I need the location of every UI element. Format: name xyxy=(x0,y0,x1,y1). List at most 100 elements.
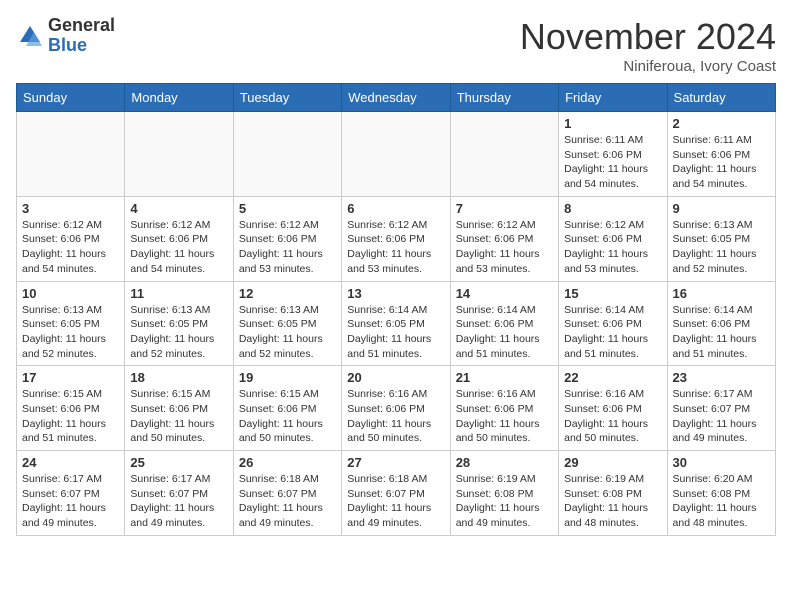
day-info: Sunrise: 6:19 AM Sunset: 6:08 PM Dayligh… xyxy=(456,472,553,531)
calendar-cell: 8 Sunrise: 6:12 AM Sunset: 6:06 PM Daylig… xyxy=(559,196,667,281)
calendar-week-3: 10 Sunrise: 6:13 AM Sunset: 6:05 PM Dayli… xyxy=(17,281,776,366)
day-info: Sunrise: 6:16 AM Sunset: 6:06 PM Dayligh… xyxy=(564,387,661,446)
calendar-cell: 9Sunrise: 6:13 AM Sunset: 6:05 PM Daylig… xyxy=(667,196,775,281)
day-number: 4 xyxy=(130,201,227,216)
calendar-cell: 29 Sunrise: 6:19 AM Sunset: 6:08 PM Dayli… xyxy=(559,451,667,536)
calendar-cell: 11 Sunrise: 6:13 AM Sunset: 6:05 PM Dayli… xyxy=(125,281,233,366)
calendar-cell: 2 Sunrise: 6:11 AM Sunset: 6:06 PM Daylig… xyxy=(667,112,775,197)
calendar-cell: 26 Sunrise: 6:18 AM Sunset: 6:07 PM Dayli… xyxy=(233,451,341,536)
calendar-cell: 28 Sunrise: 6:19 AM Sunset: 6:08 PM Dayli… xyxy=(450,451,558,536)
title-block: November 2024 Niniferoua, Ivory Coast xyxy=(520,16,776,75)
calendar-cell xyxy=(17,112,125,197)
day-number: 9 xyxy=(673,201,770,216)
day-number: 16 xyxy=(673,286,770,301)
weekday-header-friday: Friday xyxy=(559,84,667,112)
weekday-header-wednesday: Wednesday xyxy=(342,84,450,112)
day-info: Sunrise: 6:11 AM Sunset: 6:06 PM Dayligh… xyxy=(673,133,770,192)
day-number: 13 xyxy=(347,286,444,301)
day-number: 20 xyxy=(347,370,444,385)
calendar-cell: 22Sunrise: 6:16 AM Sunset: 6:06 PM Dayli… xyxy=(559,366,667,451)
day-info: Sunrise: 6:11 AM Sunset: 6:06 PM Dayligh… xyxy=(564,133,661,192)
day-info: Sunrise: 6:17 AM Sunset: 6:07 PM Dayligh… xyxy=(22,472,119,531)
calendar-cell: 10 Sunrise: 6:13 AM Sunset: 6:05 PM Dayli… xyxy=(17,281,125,366)
day-number: 28 xyxy=(456,455,553,470)
calendar-cell: 20 Sunrise: 6:16 AM Sunset: 6:06 PM Dayli… xyxy=(342,366,450,451)
day-info: Sunrise: 6:19 AM Sunset: 6:08 PM Dayligh… xyxy=(564,472,661,531)
calendar-cell: 1 Sunrise: 6:11 AM Sunset: 6:06 PM Daylig… xyxy=(559,112,667,197)
day-info: Sunrise: 6:13 AM Sunset: 6:05 PM Dayligh… xyxy=(130,303,227,362)
day-number: 29 xyxy=(564,455,661,470)
day-number: 21 xyxy=(456,370,553,385)
day-info: Sunrise: 6:13 AM Sunset: 6:05 PM Dayligh… xyxy=(22,303,119,362)
calendar-cell: 30 Sunrise: 6:20 AM Sunset: 6:08 PM Dayli… xyxy=(667,451,775,536)
calendar-header: SundayMondayTuesdayWednesdayThursdayFrid… xyxy=(17,84,776,112)
weekday-header-tuesday: Tuesday xyxy=(233,84,341,112)
day-info: Sunrise: 6:12 AM Sunset: 6:06 PM Dayligh… xyxy=(564,218,661,277)
logo-icon xyxy=(16,22,44,50)
day-number: 18 xyxy=(130,370,227,385)
calendar-cell: 17 Sunrise: 6:15 AM Sunset: 6:06 PM Dayli… xyxy=(17,366,125,451)
day-info: Sunrise: 6:16 AM Sunset: 6:06 PM Dayligh… xyxy=(456,387,553,446)
day-info: Sunrise: 6:12 AM Sunset: 6:06 PM Dayligh… xyxy=(239,218,336,277)
day-number: 25 xyxy=(130,455,227,470)
calendar-cell xyxy=(342,112,450,197)
calendar-cell: 4 Sunrise: 6:12 AM Sunset: 6:06 PM Daylig… xyxy=(125,196,233,281)
day-number: 15 xyxy=(564,286,661,301)
day-info: Sunrise: 6:12 AM Sunset: 6:06 PM Dayligh… xyxy=(456,218,553,277)
calendar-week-1: 1 Sunrise: 6:11 AM Sunset: 6:06 PM Daylig… xyxy=(17,112,776,197)
day-info: Sunrise: 6:12 AM Sunset: 6:06 PM Dayligh… xyxy=(347,218,444,277)
calendar-cell: 18 Sunrise: 6:15 AM Sunset: 6:06 PM Dayli… xyxy=(125,366,233,451)
day-number: 24 xyxy=(22,455,119,470)
calendar-cell xyxy=(450,112,558,197)
calendar-cell: 13Sunrise: 6:14 AM Sunset: 6:05 PM Dayli… xyxy=(342,281,450,366)
day-number: 11 xyxy=(130,286,227,301)
calendar-cell: 7 Sunrise: 6:12 AM Sunset: 6:06 PM Daylig… xyxy=(450,196,558,281)
calendar-cell: 14 Sunrise: 6:14 AM Sunset: 6:06 PM Dayli… xyxy=(450,281,558,366)
day-info: Sunrise: 6:15 AM Sunset: 6:06 PM Dayligh… xyxy=(130,387,227,446)
location: Niniferoua, Ivory Coast xyxy=(520,58,776,75)
day-number: 12 xyxy=(239,286,336,301)
calendar-cell: 24 Sunrise: 6:17 AM Sunset: 6:07 PM Dayli… xyxy=(17,451,125,536)
weekday-header-monday: Monday xyxy=(125,84,233,112)
calendar-cell: 5 Sunrise: 6:12 AM Sunset: 6:06 PM Daylig… xyxy=(233,196,341,281)
calendar-cell xyxy=(125,112,233,197)
weekday-header-sunday: Sunday xyxy=(17,84,125,112)
calendar-week-5: 24 Sunrise: 6:17 AM Sunset: 6:07 PM Dayli… xyxy=(17,451,776,536)
day-number: 26 xyxy=(239,455,336,470)
day-number: 8 xyxy=(564,201,661,216)
day-number: 2 xyxy=(673,116,770,131)
day-info: Sunrise: 6:12 AM Sunset: 6:06 PM Dayligh… xyxy=(130,218,227,277)
calendar-cell xyxy=(233,112,341,197)
calendar-cell: 6 Sunrise: 6:12 AM Sunset: 6:06 PM Daylig… xyxy=(342,196,450,281)
page-header: General Blue November 2024 Niniferoua, I… xyxy=(16,16,776,75)
day-info: Sunrise: 6:12 AM Sunset: 6:06 PM Dayligh… xyxy=(22,218,119,277)
day-number: 6 xyxy=(347,201,444,216)
calendar-body: 1 Sunrise: 6:11 AM Sunset: 6:06 PM Daylig… xyxy=(17,112,776,536)
calendar-week-4: 17 Sunrise: 6:15 AM Sunset: 6:06 PM Dayli… xyxy=(17,366,776,451)
day-number: 1 xyxy=(564,116,661,131)
day-info: Sunrise: 6:17 AM Sunset: 6:07 PM Dayligh… xyxy=(130,472,227,531)
calendar-cell: 27Sunrise: 6:18 AM Sunset: 6:07 PM Dayli… xyxy=(342,451,450,536)
calendar-cell: 25 Sunrise: 6:17 AM Sunset: 6:07 PM Dayli… xyxy=(125,451,233,536)
day-info: Sunrise: 6:15 AM Sunset: 6:06 PM Dayligh… xyxy=(22,387,119,446)
day-number: 5 xyxy=(239,201,336,216)
day-info: Sunrise: 6:20 AM Sunset: 6:08 PM Dayligh… xyxy=(673,472,770,531)
month-title: November 2024 xyxy=(520,16,776,58)
day-number: 19 xyxy=(239,370,336,385)
day-info: Sunrise: 6:18 AM Sunset: 6:07 PM Dayligh… xyxy=(239,472,336,531)
calendar-cell: 12 Sunrise: 6:13 AM Sunset: 6:05 PM Dayli… xyxy=(233,281,341,366)
day-info: Sunrise: 6:14 AM Sunset: 6:06 PM Dayligh… xyxy=(456,303,553,362)
day-number: 17 xyxy=(22,370,119,385)
day-info: Sunrise: 6:13 AM Sunset: 6:05 PM Dayligh… xyxy=(239,303,336,362)
calendar-cell: 15 Sunrise: 6:14 AM Sunset: 6:06 PM Dayli… xyxy=(559,281,667,366)
day-number: 14 xyxy=(456,286,553,301)
day-number: 7 xyxy=(456,201,553,216)
day-info: Sunrise: 6:16 AM Sunset: 6:06 PM Dayligh… xyxy=(347,387,444,446)
day-number: 23 xyxy=(673,370,770,385)
day-number: 10 xyxy=(22,286,119,301)
day-info: Sunrise: 6:17 AM Sunset: 6:07 PM Dayligh… xyxy=(673,387,770,446)
day-info: Sunrise: 6:14 AM Sunset: 6:06 PM Dayligh… xyxy=(564,303,661,362)
calendar-week-2: 3Sunrise: 6:12 AM Sunset: 6:06 PM Daylig… xyxy=(17,196,776,281)
day-number: 30 xyxy=(673,455,770,470)
calendar-cell: 19Sunrise: 6:15 AM Sunset: 6:06 PM Dayli… xyxy=(233,366,341,451)
